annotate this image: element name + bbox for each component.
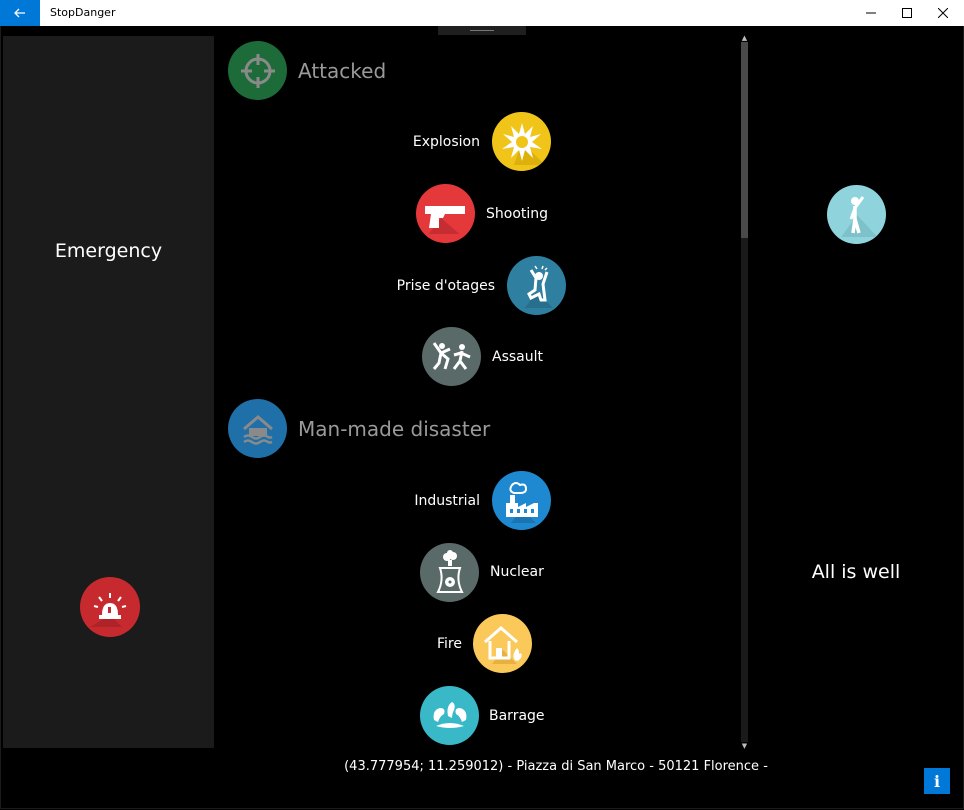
minimize-icon	[866, 12, 876, 14]
explosion-button[interactable]	[492, 112, 551, 171]
scroll-up-icon[interactable]: ▲	[739, 34, 750, 42]
item-label-nuclear[interactable]: Nuclear	[490, 564, 544, 580]
back-arrow-icon	[14, 8, 25, 18]
siren-icon	[90, 593, 127, 627]
scroll-down-icon[interactable]: ▼	[739, 742, 750, 750]
app-title: StopDanger	[50, 6, 116, 19]
category-man-made-icon-button[interactable]	[228, 399, 287, 458]
flooded-house-icon	[242, 414, 273, 445]
emergency-button[interactable]	[80, 577, 140, 637]
info-icon: i	[933, 771, 941, 791]
emergency-label: Emergency	[54, 240, 163, 262]
item-label-hostage[interactable]: Prise d'otages	[345, 278, 495, 294]
minimize-button[interactable]	[853, 0, 889, 26]
emergency-panel[interactable]: Emergency	[3, 36, 214, 748]
standing-person-icon	[840, 195, 877, 237]
house-fire-icon	[483, 625, 522, 664]
maximize-icon	[902, 8, 912, 18]
item-label-barrage[interactable]: Barrage	[489, 708, 545, 724]
item-label-assault[interactable]: Assault	[492, 349, 543, 365]
category-label: Attacked	[298, 58, 387, 83]
item-label-shooting[interactable]: Shooting	[486, 206, 548, 222]
category-man-made-disaster[interactable]: Man-made disaster	[228, 399, 490, 458]
fire-button[interactable]	[473, 614, 532, 673]
item-label-industrial[interactable]: Industrial	[330, 493, 480, 509]
assault-button[interactable]	[422, 327, 481, 386]
all-is-well-button[interactable]	[827, 185, 886, 244]
item-label-explosion[interactable]: Explosion	[330, 134, 480, 150]
barrage-button[interactable]	[420, 686, 479, 745]
nuclear-button[interactable]	[420, 543, 479, 602]
factory-icon	[505, 481, 538, 523]
scroll-thumb[interactable]	[741, 42, 748, 238]
pistol-icon	[424, 205, 465, 234]
crosshair-icon	[240, 53, 275, 88]
water-splash-icon	[433, 701, 466, 728]
list-scrollbar[interactable]: ▲ ▼	[739, 34, 750, 750]
shooting-button[interactable]	[416, 184, 475, 243]
category-attacked[interactable]: Attacked	[228, 41, 386, 100]
hostage-button[interactable]	[507, 256, 566, 315]
drag-handle[interactable]	[438, 26, 526, 35]
hostage-icon	[524, 265, 553, 308]
grip-line	[470, 30, 494, 31]
fighting-people-icon	[432, 341, 471, 370]
info-button[interactable]: i	[924, 768, 950, 794]
title-bar: StopDanger	[0, 0, 964, 26]
close-button[interactable]	[925, 0, 961, 26]
location-text: (43.777954; 11.259012) - Piazza di San M…	[344, 759, 768, 774]
category-label: Man-made disaster	[298, 416, 491, 441]
industrial-button[interactable]	[492, 471, 551, 530]
back-button[interactable]	[0, 0, 40, 26]
close-icon	[938, 8, 948, 18]
nuclear-plant-icon	[435, 549, 464, 593]
explosion-icon	[501, 122, 545, 165]
item-label-fire[interactable]: Fire	[312, 636, 462, 652]
maximize-button[interactable]	[889, 0, 925, 26]
all-is-well-label[interactable]: All is well	[776, 561, 936, 583]
category-attacked-icon-button[interactable]	[228, 41, 287, 100]
